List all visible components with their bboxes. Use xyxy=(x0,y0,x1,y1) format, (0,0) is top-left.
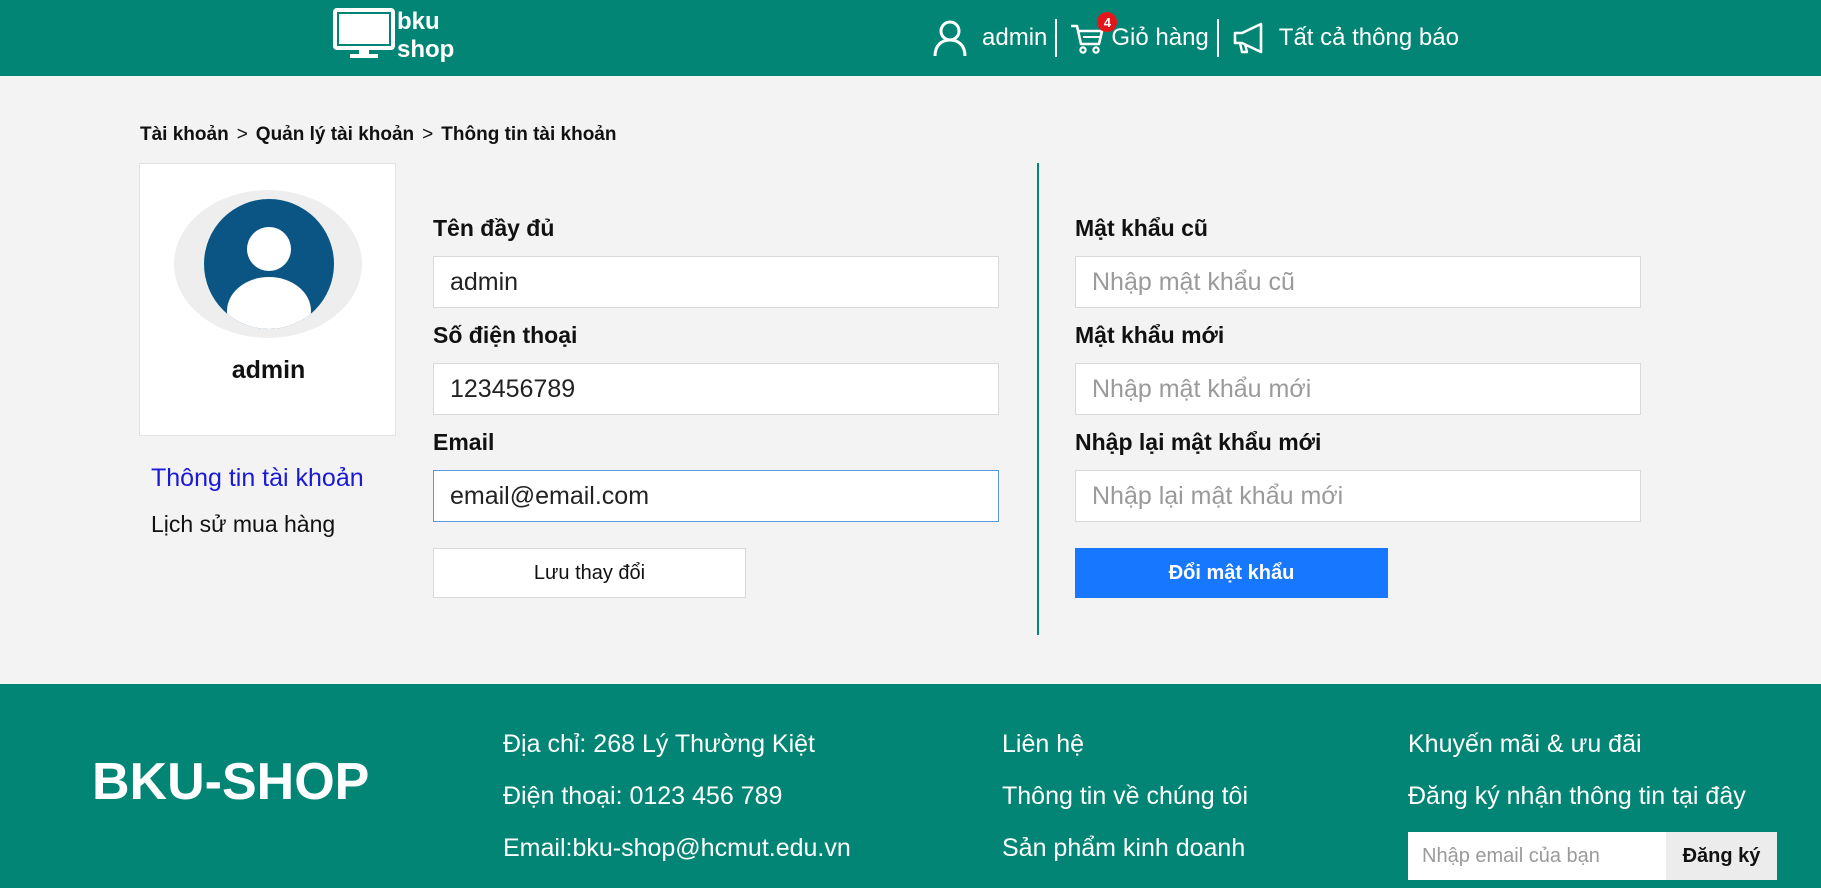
footer-brand: BKU-SHOP xyxy=(92,753,370,811)
user-name-label: admin xyxy=(982,24,1048,51)
profile-card: admin xyxy=(139,163,396,436)
change-password-button[interactable]: Đổi mật khẩu xyxy=(1075,548,1388,598)
cart-label: Giỏ hàng xyxy=(1111,24,1209,51)
chevron-right-icon: > xyxy=(236,124,248,145)
old-password-label: Mật khẩu cũ xyxy=(1075,215,1208,241)
breadcrumb-item[interactable]: Quản lý tài khoản xyxy=(256,124,414,146)
site-logo[interactable]: bku shop xyxy=(333,8,454,64)
footer-link-about[interactable]: Thông tin về chúng tôi xyxy=(1002,781,1248,833)
phone-input[interactable] xyxy=(433,363,999,415)
logo-line-2: shop xyxy=(397,36,455,63)
email-input[interactable] xyxy=(433,470,999,522)
footer-phone: Điện thoại: 0123 456 789 xyxy=(503,782,783,810)
profile-name: admin xyxy=(231,356,306,384)
email-label: Email xyxy=(433,429,495,455)
confirm-password-label: Nhập lại mật khẩu mới xyxy=(1075,429,1322,455)
footer-promo-title[interactable]: Khuyến mãi & ưu đãi xyxy=(1408,729,1746,781)
footer-email: Email:bku-shop@hcmut.edu.vn xyxy=(503,834,851,862)
logo-line-1: bku xyxy=(397,8,440,35)
subscribe-button[interactable]: Đăng ký xyxy=(1666,832,1777,880)
notifications-link[interactable]: Tất cả thông báo xyxy=(1231,20,1459,56)
confirm-password-input[interactable] xyxy=(1075,470,1641,522)
site-footer: BKU-SHOP Địa chỉ: 268 Lý Thường Kiệt Điệ… xyxy=(0,684,1821,888)
fullname-label: Tên đầy đủ xyxy=(433,215,555,241)
logo-text: bku shop xyxy=(397,8,454,64)
user-icon xyxy=(933,20,967,57)
fullname-input[interactable] xyxy=(433,256,999,308)
header-separator xyxy=(1216,19,1219,57)
footer-promo: Khuyến mãi & ưu đãi Đăng ký nhận thông t… xyxy=(1408,729,1746,833)
cart-link[interactable]: 4 Giỏ hàng xyxy=(1069,12,1209,56)
chevron-right-icon: > xyxy=(422,124,434,145)
save-changes-button[interactable]: Lưu thay đổi xyxy=(433,548,746,598)
sidebar-item-account-info[interactable]: Thông tin tài khoản xyxy=(151,464,364,493)
sidebar-item-purchase-history[interactable]: Lịch sử mua hàng xyxy=(151,511,335,538)
footer-subscribe-text: Đăng ký nhận thông tin tại đây xyxy=(1408,782,1746,810)
new-password-input[interactable] xyxy=(1075,363,1641,415)
avatar-icon xyxy=(204,199,334,329)
footer-contact: Địa chỉ: 268 Lý Thường Kiệt Điện thoại: … xyxy=(503,729,851,885)
breadcrumb: Tài khoản > Quản lý tài khoản > Thông ti… xyxy=(140,124,616,146)
footer-links: Liên hệ Thông tin về chúng tôi Sản phẩm … xyxy=(1002,729,1248,885)
top-header: bku shop admin 4 Giỏ hàng Tất cả thông b… xyxy=(0,0,1821,76)
footer-link-contact[interactable]: Liên hệ xyxy=(1002,729,1248,781)
user-account-link[interactable]: admin xyxy=(930,18,1047,58)
phone-label: Số điện thoại xyxy=(433,322,578,348)
header-separator xyxy=(1055,19,1058,57)
breadcrumb-item[interactable]: Tài khoản xyxy=(140,124,229,146)
megaphone-icon xyxy=(1233,22,1263,54)
monitor-logo-icon xyxy=(333,8,395,58)
notifications-label: Tất cả thông báo xyxy=(1278,24,1459,51)
breadcrumb-current: Thông tin tài khoản xyxy=(441,124,617,145)
subscribe-email-input[interactable] xyxy=(1408,832,1666,880)
form-divider xyxy=(1037,163,1039,635)
new-password-label: Mật khẩu mới xyxy=(1075,322,1225,348)
old-password-input[interactable] xyxy=(1075,256,1641,308)
footer-link-products[interactable]: Sản phẩm kinh doanh xyxy=(1002,833,1248,885)
header-nav: admin 4 Giỏ hàng Tất cả thông báo xyxy=(930,0,1459,76)
footer-address: Địa chỉ: 268 Lý Thường Kiệt xyxy=(503,730,815,758)
